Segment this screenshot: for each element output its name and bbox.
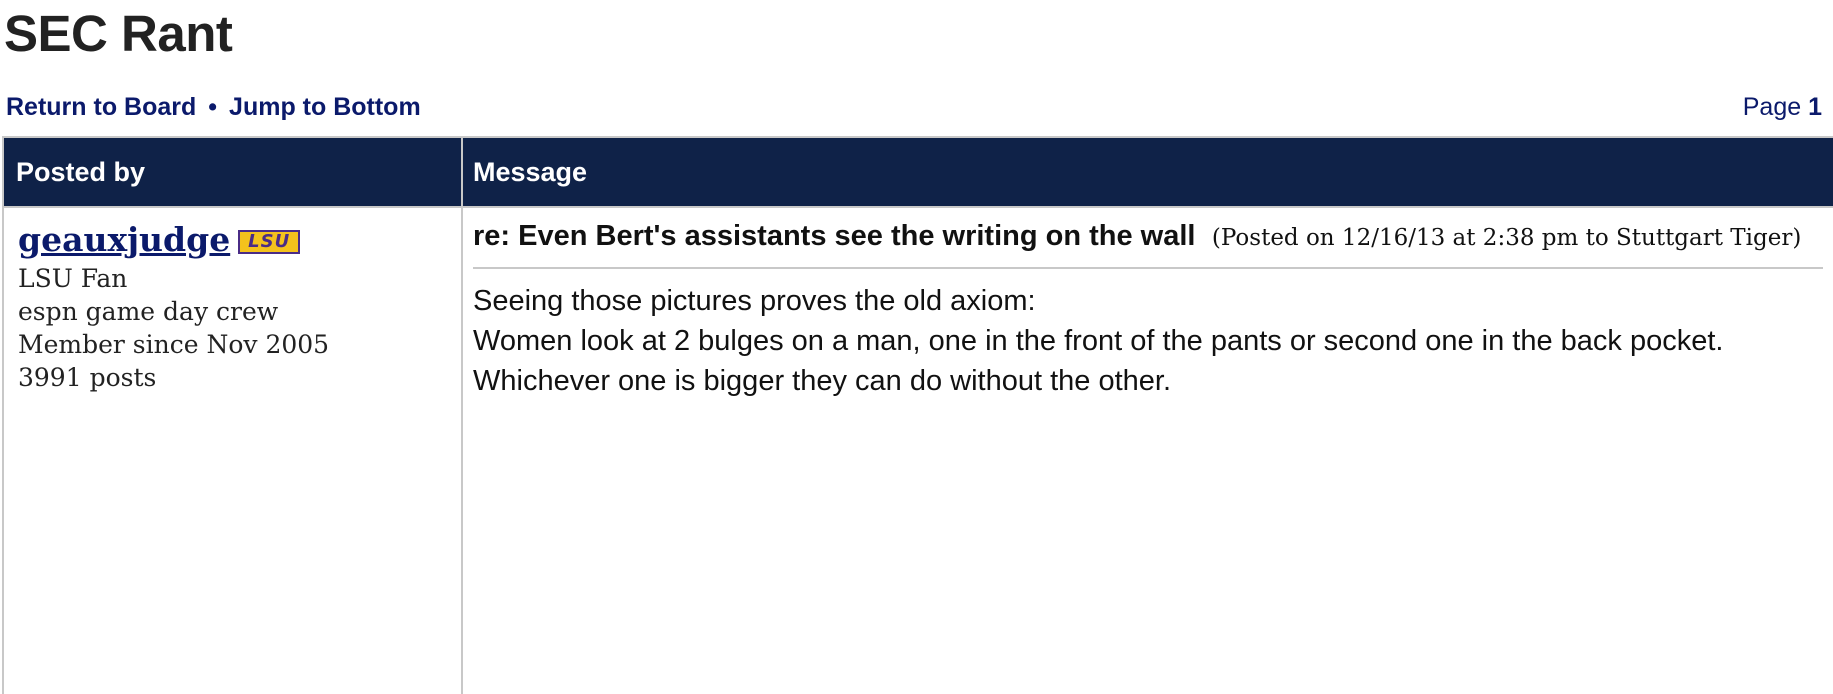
author-tagline: espn game day crew [18,297,279,326]
author-post-count: 3991 posts [18,363,157,392]
author-info: geauxjudge LSU LSU Fan espn game day cre… [4,208,463,694]
author-name-line: geauxjudge LSU [18,220,461,260]
post-row: geauxjudge LSU LSU Fan espn game day cre… [4,206,1833,694]
page-indicator: Page 1 [1743,93,1822,122]
message-subject: re: Even Bert's assistants see the writi… [473,220,1196,252]
header-posted-by: Posted by [4,138,463,206]
thread-nav: Return to Board • Jump to Bottom Page 1 [6,93,1822,127]
board-title: SEC Rant [4,5,233,62]
author-fan-of: LSU Fan [18,264,128,293]
return-to-board-link[interactable]: Return to Board [6,93,196,121]
message-body-line: Seeing those pictures proves the old axi… [473,285,1036,317]
lsu-team-logo-icon: LSU [238,230,301,254]
thread-table-header: Posted by Message [4,138,1833,206]
author-member-since: Member since Nov 2005 [18,330,330,359]
message-body-line: Whichever one is bigger they can do with… [473,365,1172,397]
message-cell: re: Even Bert's assistants see the writi… [463,208,1833,694]
current-page-number: 1 [1808,93,1822,121]
page-prefix: Page [1742,93,1802,121]
header-message: Message [473,157,588,187]
author-username-link[interactable]: geauxjudge [18,220,230,260]
message-meta: (Posted on 12/16/13 at 2:38 pm to Stuttg… [1211,225,1802,251]
jump-to-bottom-link[interactable]: Jump to Bottom [229,93,421,121]
message-title-block: re: Even Bert's assistants see the writi… [473,220,1823,269]
nav-separator: • [208,93,218,121]
message-body-line: Women look at 2 bulges on a man, one in … [473,325,1724,357]
message-body: Seeing those pictures proves the old axi… [473,281,1823,401]
thread-table: Posted by Message geauxjudge LSU LSU Fan… [2,136,1833,694]
